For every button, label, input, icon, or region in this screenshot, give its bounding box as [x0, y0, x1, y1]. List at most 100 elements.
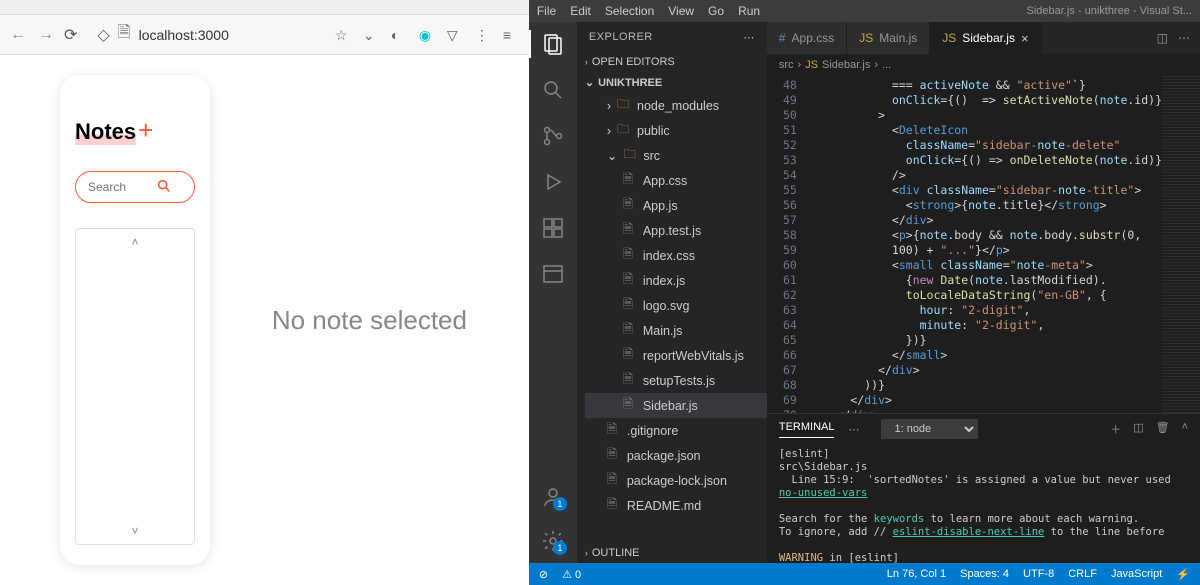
status-feedback[interactable]: ⚡	[1176, 568, 1190, 581]
breadcrumb[interactable]: src› JS Sidebar.js› ...	[767, 54, 1200, 76]
panel-more-icon[interactable]: ⋯	[848, 423, 859, 436]
tree-item-label: node_modules	[637, 99, 719, 113]
status-bar: ⊘ ⚠ 0 Ln 76, Col 1 Spaces: 4 UTF-8 CRLF …	[529, 563, 1200, 585]
minimap[interactable]	[1162, 76, 1200, 413]
editor-tab[interactable]: #App.css	[767, 22, 847, 54]
file-item[interactable]: 🗎index.js	[585, 268, 767, 293]
reload-button[interactable]: ⟳	[64, 25, 77, 45]
pocket-icon[interactable]: ⌄	[363, 27, 379, 43]
scroll-down-icon[interactable]: ˅	[131, 524, 138, 538]
bottom-panel: TERMINAL ⋯ 1: node ＋ ◫ 🗑 ˄ [eslint] src\…	[767, 413, 1200, 563]
maximize-panel-icon[interactable]: ˄	[1182, 421, 1188, 437]
chevron-right-icon: ›	[585, 548, 588, 558]
file-tree: ›🗀node_modules›🗀public⌄🗀src🗎App.css🗎App.…	[577, 93, 767, 518]
account-icon[interactable]: 1	[541, 485, 565, 509]
tab-label: Sidebar.js	[962, 31, 1015, 45]
menu-run[interactable]: Run	[738, 4, 760, 18]
status-remote[interactable]: ⊘	[539, 568, 548, 581]
file-icon: 🗎	[607, 420, 621, 441]
file-icon: 🗎	[623, 395, 637, 416]
file-item[interactable]: 🗎reportWebVitals.js	[585, 343, 767, 368]
file-item[interactable]: 🗎package.json	[585, 443, 767, 468]
search-input[interactable]	[88, 180, 148, 194]
chevron-icon: ⌄	[607, 148, 617, 163]
editor-tab[interactable]: JSMain.js	[847, 22, 930, 54]
close-tab-icon[interactable]: ×	[1021, 31, 1029, 46]
extensions-icon[interactable]	[541, 216, 565, 240]
kebab-menu-icon[interactable]: ⋮	[475, 27, 491, 43]
editor-area: #App.cssJSMain.jsJSSidebar.js× ◫ ⋯ src› …	[767, 22, 1200, 563]
forward-button[interactable]: →	[38, 26, 54, 44]
file-icon: 🗎	[623, 170, 637, 191]
file-item[interactable]: 🗎package-lock.json	[585, 468, 767, 493]
folder-item[interactable]: ›🗀node_modules	[585, 93, 767, 118]
menu-edit[interactable]: Edit	[570, 4, 591, 18]
scroll-up-icon[interactable]: ˄	[131, 235, 138, 249]
status-eol[interactable]: CRLF	[1068, 568, 1097, 581]
account-icon[interactable]: ◐	[391, 27, 407, 43]
tree-item-label: logo.svg	[643, 299, 690, 313]
source-control-icon[interactable]	[541, 124, 565, 148]
file-item[interactable]: 🗎App.js	[585, 193, 767, 218]
settings-icon[interactable]: 1	[541, 529, 565, 553]
kill-terminal-icon[interactable]: 🗑	[1156, 421, 1170, 437]
editor-tab[interactable]: JSSidebar.js×	[930, 22, 1041, 54]
status-problems[interactable]: ⚠ 0	[562, 568, 581, 581]
bookmark-star-icon[interactable]: ☆	[335, 27, 351, 43]
extension-icon[interactable]: ◉	[419, 27, 435, 43]
menu-selection[interactable]: Selection	[605, 4, 654, 18]
tree-item-label: index.js	[643, 274, 685, 288]
terminal-output[interactable]: [eslint] src\Sidebar.js Line 15:9: 'sort…	[767, 444, 1200, 563]
file-item[interactable]: 🗎index.css	[585, 243, 767, 268]
line-gutter: 4849505152535455565758596061626364656667…	[767, 76, 805, 413]
search-icon[interactable]	[541, 78, 565, 102]
status-language[interactable]: JavaScript	[1111, 568, 1162, 581]
file-icon: 🗎	[623, 370, 637, 391]
code-editor[interactable]: 4849505152535455565758596061626364656667…	[767, 76, 1200, 413]
split-terminal-icon[interactable]: ◫	[1133, 421, 1143, 437]
open-editors-section[interactable]: ›OPEN EDITORS	[577, 52, 767, 72]
address-bar[interactable]: ◇ 🗎 localhost:3000	[87, 20, 324, 50]
terminal-tab[interactable]: TERMINAL	[779, 421, 835, 438]
code-content[interactable]: === activeNote && "active"`} onClick={()…	[805, 76, 1162, 413]
status-encoding[interactable]: UTF-8	[1023, 568, 1054, 581]
file-icon: 🗎	[623, 345, 637, 366]
more-actions-icon[interactable]: ⋯	[1178, 31, 1190, 45]
file-item[interactable]: 🗎logo.svg	[585, 293, 767, 318]
outline-section[interactable]: ›OUTLINE	[577, 543, 767, 563]
notes-sidebar: Notes + ˄ ˅	[60, 75, 210, 565]
browser-toolbar: ← → ⟳ ◇ 🗎 localhost:3000 ☆ ⌄ ◐ ◉ ▽ ⋮ ≡	[0, 15, 529, 55]
menu-file[interactable]: File	[537, 4, 556, 18]
tree-item-label: package-lock.json	[627, 474, 727, 488]
new-terminal-icon[interactable]: ＋	[1110, 421, 1121, 437]
tree-item-label: App.js	[643, 199, 678, 213]
menu-view[interactable]: View	[668, 4, 694, 18]
menu-go[interactable]: Go	[708, 4, 724, 18]
terminal-selector[interactable]: 1: node	[881, 419, 978, 439]
status-cursor[interactable]: Ln 76, Col 1	[887, 568, 946, 581]
file-item[interactable]: 🗎README.md	[585, 493, 767, 518]
shield-icon[interactable]: ▽	[447, 27, 463, 43]
file-item[interactable]: 🗎Sidebar.js	[585, 393, 767, 418]
status-indent[interactable]: Spaces: 4	[960, 568, 1009, 581]
search-box[interactable]	[75, 171, 195, 203]
file-item[interactable]: 🗎App.test.js	[585, 218, 767, 243]
hamburger-menu-icon[interactable]: ≡	[503, 27, 519, 43]
add-note-button[interactable]: +	[138, 115, 153, 146]
explorer-icon[interactable]	[541, 32, 565, 56]
file-item[interactable]: 🗎.gitignore	[585, 418, 767, 443]
chevron-down-icon: ⌄	[585, 76, 594, 89]
window-title: Sidebar.js - unikthree - Visual St...	[1027, 5, 1193, 17]
project-header[interactable]: ⌄UNIKTHREE	[577, 72, 767, 93]
split-editor-icon[interactable]: ◫	[1157, 31, 1168, 45]
file-item[interactable]: 🗎Main.js	[585, 318, 767, 343]
file-item[interactable]: 🗎setupTests.js	[585, 368, 767, 393]
notes-list[interactable]: ˄ ˅	[75, 228, 195, 545]
file-item[interactable]: 🗎App.css	[585, 168, 767, 193]
debug-icon[interactable]	[541, 170, 565, 194]
folder-item[interactable]: ⌄🗀src	[585, 143, 767, 168]
back-button[interactable]: ←	[10, 26, 26, 44]
explorer-more-icon[interactable]: ⋯	[743, 31, 755, 44]
panel-icon[interactable]	[541, 262, 565, 286]
folder-item[interactable]: ›🗀public	[585, 118, 767, 143]
